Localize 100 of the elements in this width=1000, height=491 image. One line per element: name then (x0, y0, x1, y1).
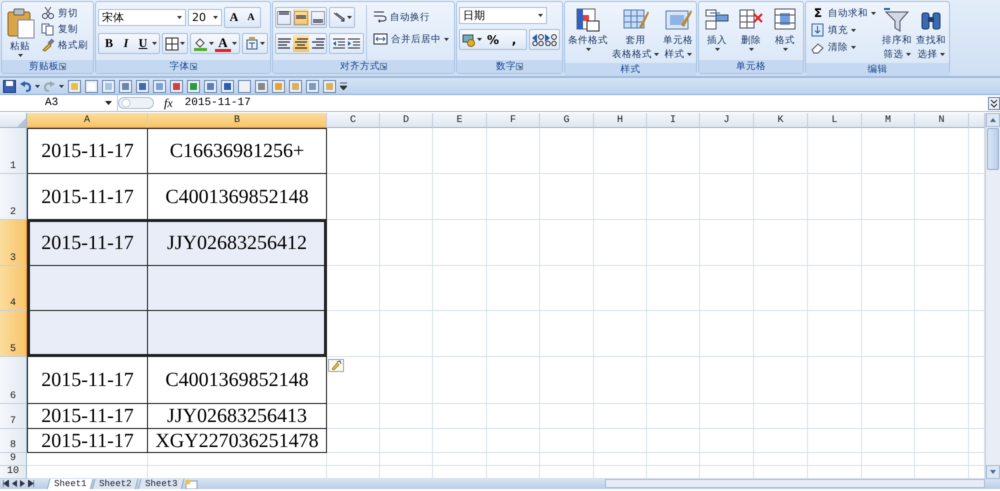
dialog-launcher-icon[interactable] (59, 63, 66, 70)
align-button[interactable] (310, 9, 326, 26)
merge-center-button[interactable]: 合并后居中 (370, 31, 452, 47)
undo-icon[interactable] (20, 80, 31, 92)
sheet-tab[interactable]: Sheet2 (92, 479, 140, 489)
align-button[interactable] (293, 35, 309, 52)
ribbon-button[interactable]: 剪切 (38, 5, 91, 21)
toolbar-icon[interactable] (102, 80, 115, 92)
insert-function-button[interactable]: fx (164, 96, 173, 110)
ribbon-button[interactable]: 查找和 选择 (915, 5, 947, 63)
ribbon-button[interactable]: 删除 (735, 5, 767, 60)
scroll-down-icon[interactable] (986, 465, 1000, 479)
ribbon-button[interactable]: 清除 (808, 39, 879, 55)
align-button[interactable] (293, 9, 309, 26)
row-header[interactable]: 6 (0, 357, 27, 404)
italic-button[interactable]: I (118, 35, 134, 52)
row-header[interactable]: 7 (0, 404, 27, 429)
toolbar-icon[interactable] (323, 80, 336, 92)
sheet-tab[interactable]: Sheet1 (46, 479, 94, 489)
toolbar-icon[interactable] (272, 80, 285, 92)
row-header[interactable]: 5 (0, 311, 27, 357)
shrink-font-button[interactable]: A (243, 9, 259, 26)
sheet-tab[interactable]: Sheet3 (137, 479, 185, 489)
column-header[interactable]: M (862, 113, 915, 128)
next-sheet-icon[interactable] (20, 480, 25, 487)
row-header[interactable]: 2 (0, 174, 27, 220)
row-header[interactable]: 3 (0, 220, 27, 266)
ribbon-button[interactable]: 插入 (701, 5, 733, 60)
column-header[interactable]: F (487, 113, 540, 128)
decrease-indent-icon (332, 36, 346, 50)
paste-options-icon[interactable] (328, 359, 344, 372)
save-icon[interactable] (3, 80, 16, 92)
toolbar-icon[interactable] (119, 80, 132, 92)
scroll-up-icon[interactable] (986, 113, 1000, 127)
last-sheet-icon[interactable] (28, 480, 34, 487)
toolbar-icon[interactable] (136, 80, 149, 92)
row-header[interactable]: 9 (0, 453, 27, 466)
row-header[interactable]: 1 (0, 128, 27, 174)
previous-sheet-icon[interactable] (12, 480, 17, 487)
column-header[interactable]: B (148, 113, 327, 128)
toolbar-icon[interactable] (255, 80, 268, 92)
number-format-field[interactable]: 日期 (459, 7, 547, 24)
paste-button[interactable]: 粘贴 (4, 5, 36, 60)
column-header[interactable]: D (380, 113, 433, 128)
row-header[interactable]: 4 (0, 266, 27, 311)
column-header[interactable]: H (594, 113, 647, 128)
dropdown-icon[interactable] (105, 101, 112, 105)
row-header[interactable]: 10 (0, 466, 27, 479)
ribbon-button[interactable]: 套用 表格格式 (611, 5, 660, 63)
column-header[interactable]: J (700, 113, 754, 128)
ribbon-button[interactable]: 复制 (38, 21, 91, 37)
table-cell (380, 174, 433, 220)
toolbar-icon[interactable] (238, 80, 251, 92)
first-sheet-icon[interactable] (3, 480, 9, 487)
font-name-field[interactable]: 宋体 (98, 9, 186, 26)
column-header[interactable]: I (647, 113, 700, 128)
column-header[interactable]: C (327, 113, 380, 128)
ribbon-button[interactable]: 条件格式 (567, 5, 609, 63)
ribbon-button[interactable]: 格式刷 (38, 37, 91, 53)
align-button[interactable] (276, 9, 292, 26)
column-header[interactable]: K (754, 113, 808, 128)
scrollbar-thumb[interactable] (987, 128, 999, 170)
row-header[interactable]: 8 (0, 429, 27, 453)
ribbon-button[interactable]: 填充 (808, 22, 879, 38)
toolbar-icon[interactable] (85, 80, 98, 92)
horizontal-scrollbar[interactable] (605, 479, 985, 488)
column-header[interactable]: E (433, 113, 487, 128)
number-format-button[interactable]: % (483, 31, 503, 48)
bold-button[interactable]: B (101, 35, 117, 52)
column-header[interactable]: N (915, 113, 969, 128)
font-size-field[interactable]: 20 (188, 9, 222, 26)
grow-font-button[interactable]: A (226, 9, 242, 26)
expand-icon[interactable] (988, 96, 1000, 110)
dialog-launcher-icon[interactable] (190, 63, 196, 70)
toolbar-icon[interactable] (289, 80, 302, 92)
group-label: 编辑 (868, 63, 888, 76)
toolbar-icon[interactable] (306, 80, 319, 92)
ribbon-button[interactable]: 单元格 样式 (662, 5, 694, 63)
toolbar-icon[interactable] (68, 80, 81, 92)
formula-field[interactable]: 2015-11-17 (184, 97, 988, 109)
toolbar-icon[interactable] (170, 80, 183, 92)
dialog-launcher-icon[interactable] (516, 63, 523, 70)
vertical-scrollbar[interactable] (985, 113, 1000, 479)
column-header[interactable]: L (808, 113, 862, 128)
toolbar-icon[interactable] (187, 80, 200, 92)
ribbon-button[interactable]: Σ 自动求和 (808, 5, 879, 21)
number-format-button[interactable]: , (504, 31, 524, 48)
column-header[interactable]: A (27, 113, 148, 128)
ribbon-button[interactable]: 排序和 筛选 (881, 5, 913, 63)
customize-toolbar-icon[interactable] (340, 82, 347, 90)
column-header[interactable]: G (540, 113, 594, 128)
splitter-handle-icon[interactable] (118, 97, 154, 109)
wrap-text-button[interactable]: 自动换行 (370, 9, 452, 25)
toolbar-icon[interactable] (221, 80, 234, 92)
table-cell (915, 404, 969, 429)
toolbar-icon[interactable] (153, 80, 166, 92)
dialog-launcher-icon[interactable] (380, 63, 387, 70)
toolbar-icon[interactable] (204, 80, 217, 92)
underline-button[interactable]: U (135, 35, 151, 52)
ribbon-button[interactable]: 格式 (769, 5, 801, 60)
